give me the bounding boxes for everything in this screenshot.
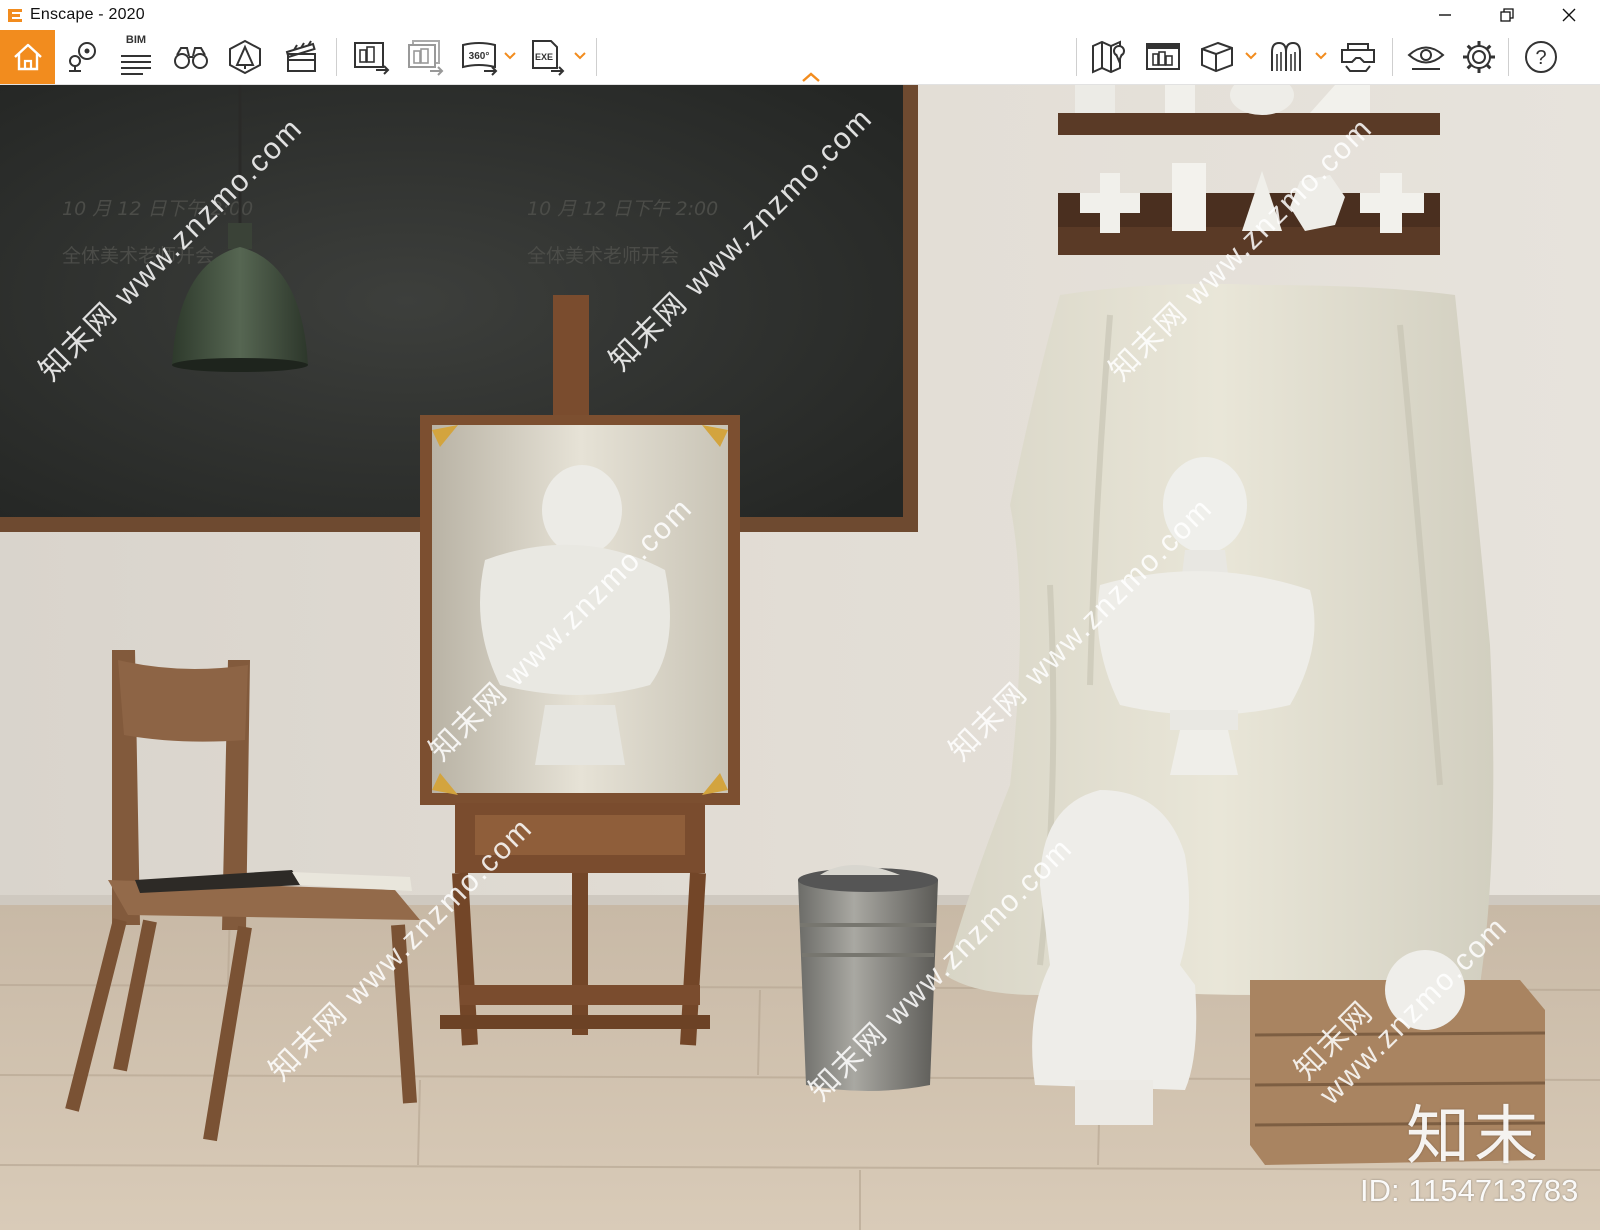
restore-button[interactable] [1476, 0, 1538, 30]
panorama-360-icon: 360° [462, 42, 498, 76]
cube-dropdown-caret[interactable] [1245, 50, 1257, 62]
collaborative-annotation-button[interactable] [1142, 35, 1184, 79]
cube-icon [1201, 41, 1233, 73]
export-exe-icon: EXE [532, 40, 565, 76]
binoculars-button[interactable] [170, 35, 212, 79]
chevron-down-icon [1245, 52, 1257, 60]
enscape-logo-icon [4, 4, 26, 26]
close-icon [1562, 8, 1576, 22]
restore-icon [1500, 8, 1514, 22]
render-viewport[interactable]: 10 月 12 日下午 2:00 全体美术老师开会 10 月 12 日下午 2:… [0, 85, 1600, 1230]
window-controls [1414, 0, 1600, 30]
map-button[interactable] [1088, 35, 1130, 79]
vr-headset-icon [1341, 43, 1375, 72]
watermark-id: ID: 1154713783 [1360, 1173, 1579, 1208]
toolbar-separator [1076, 38, 1077, 76]
visual-settings-button[interactable] [1404, 35, 1448, 79]
panorama-button[interactable]: 360° [458, 35, 502, 79]
screenshot-icon [354, 42, 390, 75]
cube-view-button[interactable] [1196, 35, 1238, 79]
chevron-down-icon [1315, 52, 1327, 60]
help-button[interactable]: ? [1520, 35, 1562, 79]
clapperboard-icon [285, 40, 316, 72]
toolbar-separator [596, 38, 597, 76]
bim-list-icon [121, 55, 151, 75]
export-exe-label: EXE [535, 52, 553, 62]
views-button[interactable] [62, 35, 104, 79]
batch-render-icon [408, 40, 444, 76]
material-editor-button[interactable] [1266, 35, 1308, 79]
home-button[interactable] [0, 30, 55, 84]
video-editor-button[interactable] [280, 35, 322, 79]
chevron-down-icon [574, 52, 586, 60]
home-icon [13, 43, 42, 71]
export-exe-button[interactable]: EXE [528, 35, 568, 79]
chevron-down-icon [504, 52, 516, 60]
export-dropdown-caret[interactable] [574, 50, 586, 62]
settings-button[interactable] [1458, 35, 1500, 79]
collapse-toolbar-button[interactable] [798, 70, 824, 84]
close-button[interactable] [1538, 0, 1600, 30]
minimize-button[interactable] [1414, 0, 1476, 30]
asset-library-icon [229, 39, 261, 75]
map-icon [1092, 40, 1125, 74]
toolbar-separator [1508, 38, 1509, 76]
binoculars-icon [174, 47, 208, 69]
asset-library-button[interactable] [224, 35, 266, 79]
bim-label: BIM [125, 34, 147, 46]
toolbar-separator [1392, 38, 1393, 76]
window-title: Enscape - 2020 [30, 6, 145, 23]
help-label: ? [1535, 47, 1546, 69]
watermark-logo: 知末 [1406, 1100, 1542, 1174]
title-bar: Enscape - 2020 [0, 0, 1600, 30]
chalkboard-text-4: 全体美术老师开会 [527, 245, 679, 267]
material-dropdown-caret[interactable] [1315, 50, 1327, 62]
screenshot-button[interactable] [350, 35, 394, 79]
bim-button[interactable]: BIM [116, 34, 156, 79]
batch-render-button[interactable] [404, 35, 448, 79]
enscape-toolbar: BIM 360° EXE ? [0, 30, 1600, 85]
vr-headset-button[interactable] [1336, 35, 1380, 79]
chevron-up-icon [802, 72, 820, 82]
eye-icon [1407, 46, 1445, 70]
map-pin-icon [69, 42, 96, 72]
panorama-dropdown-caret[interactable] [504, 50, 516, 62]
gear-icon [1463, 41, 1495, 73]
panorama-label: 360° [469, 51, 490, 62]
annotation-icon [1146, 43, 1180, 70]
toolbar-separator [336, 38, 337, 76]
material-icon [1271, 41, 1301, 71]
minimize-icon [1439, 14, 1451, 16]
help-icon: ? [1525, 41, 1557, 73]
chalkboard-text-3: 10 月 12 日下午 2:00 [527, 198, 718, 220]
